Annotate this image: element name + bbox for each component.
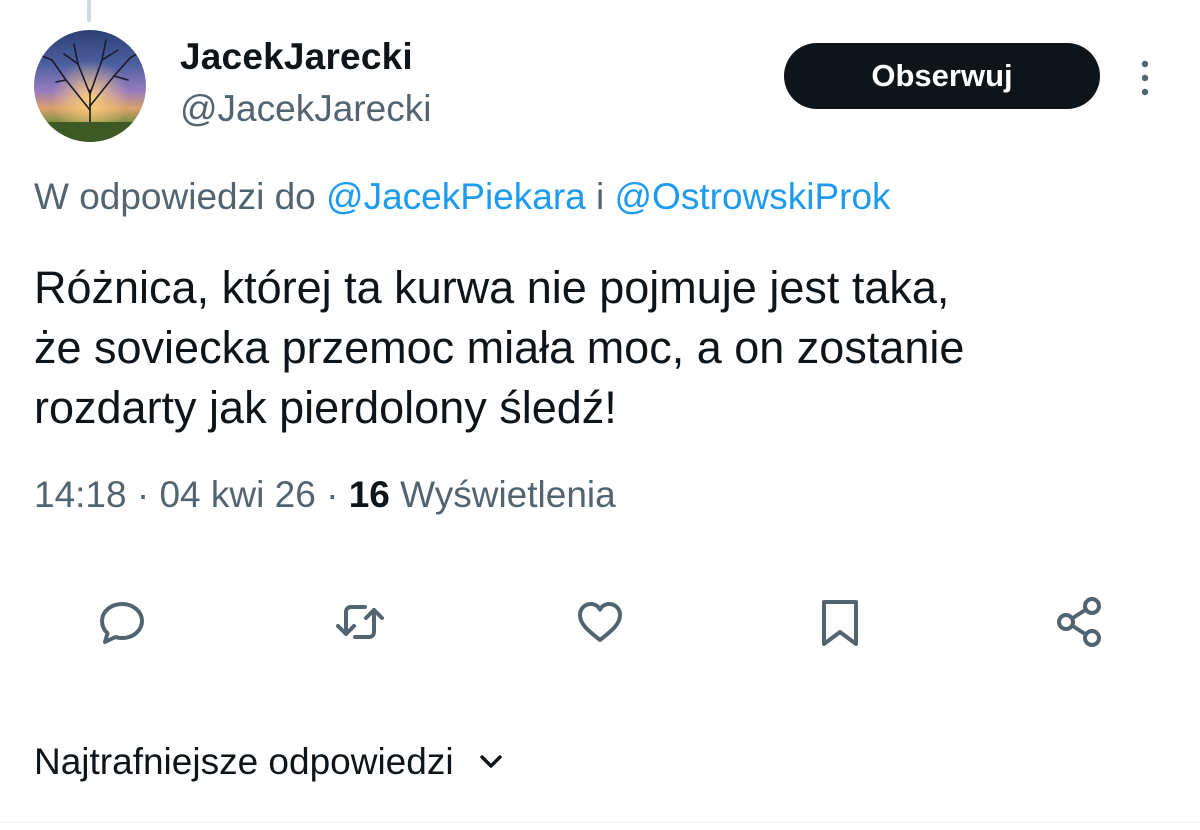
reply-button[interactable] bbox=[92, 592, 152, 652]
bottom-divider bbox=[0, 822, 1200, 823]
follow-button[interactable]: Obserwuj bbox=[784, 43, 1100, 109]
avatar[interactable] bbox=[34, 30, 146, 142]
tweet-text-line: rozdarty jak pierdolony śledź! bbox=[34, 382, 617, 433]
chevron-down-icon bbox=[479, 755, 502, 768]
tweet-date[interactable]: 04 kwi 26 bbox=[159, 474, 315, 515]
reply-context: W odpowiedzi do @JacekPiekara i @Ostrows… bbox=[34, 176, 891, 218]
reply-context-joiner: i bbox=[585, 176, 615, 217]
more-options-icon[interactable] bbox=[1130, 56, 1160, 100]
tweet-actions-bar bbox=[0, 592, 1200, 662]
author-handle[interactable]: @JacekJarecki bbox=[180, 88, 431, 130]
mention-link-ostrowskiprok[interactable]: @OstrowskiProk bbox=[615, 176, 891, 217]
tweet-time[interactable]: 14:18 bbox=[34, 474, 127, 515]
share-icon bbox=[1057, 597, 1101, 647]
retweet-button[interactable] bbox=[330, 592, 390, 652]
views-count: 16 bbox=[348, 474, 390, 515]
tweet-text: Różnica, której ta kurwa nie pojmuje jes… bbox=[34, 258, 1174, 438]
bookmark-icon bbox=[822, 600, 858, 646]
share-button[interactable] bbox=[1050, 592, 1110, 652]
meta-separator: · bbox=[126, 474, 160, 515]
like-button[interactable] bbox=[570, 592, 630, 652]
retweet-icon bbox=[336, 605, 384, 639]
tweet-text-line: Różnica, której ta kurwa nie pojmuje jes… bbox=[34, 262, 950, 313]
bookmark-button[interactable] bbox=[810, 592, 870, 652]
meta-separator: · bbox=[315, 474, 349, 515]
replies-sort-dropdown[interactable]: Najtrafniejsze odpowiedzi bbox=[34, 732, 506, 792]
like-icon bbox=[578, 602, 622, 642]
reply-context-prefix: W odpowiedzi do bbox=[34, 176, 327, 217]
avatar-image bbox=[34, 30, 146, 142]
mention-link-jacekpiekara[interactable]: @JacekPiekara bbox=[326, 176, 586, 217]
reply-icon bbox=[100, 602, 144, 644]
thread-connector-line bbox=[87, 0, 91, 22]
tweet-meta: 14:18 · 04 kwi 26 · 16 Wyświetlenia bbox=[34, 474, 616, 516]
replies-sort-label: Najtrafniejsze odpowiedzi bbox=[34, 741, 454, 782]
author-display-name[interactable]: JacekJarecki bbox=[180, 36, 413, 78]
views-label: Wyświetlenia bbox=[389, 474, 616, 515]
tweet-text-line: że soviecka przemoc miała moc, a on zost… bbox=[34, 322, 965, 373]
